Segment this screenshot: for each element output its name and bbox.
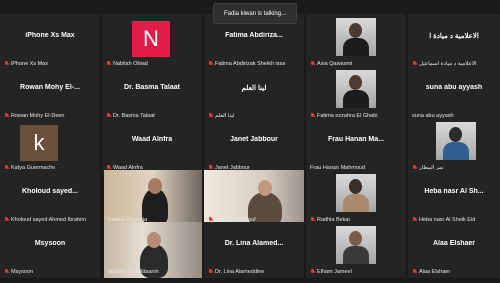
profile-photo [436, 122, 476, 160]
participant-label: Msysoon [4, 269, 33, 275]
participant-tile[interactable]: k Katya Guermache [0, 118, 100, 174]
participant-video-tile[interactable]: Ibtisam O M Altaanin [104, 222, 204, 278]
participant-tile[interactable]: لينا العلم لينا العلم [204, 66, 304, 122]
participant-display-name: Heba nasr Al Sh... [424, 188, 484, 195]
participant-label: Elham Jameel [310, 269, 352, 275]
participant-grid: iPhone Xs Max iPhone Xs Max N Nabilah Ob… [0, 0, 500, 283]
participant-display-name: suna abu ayyash [425, 84, 483, 91]
participant-tile[interactable]: Alaa Elshaer Alaa Elshaer [408, 222, 500, 278]
participant-display-name: Dr. Basma Talaat [124, 84, 180, 91]
profile-photo [336, 226, 376, 264]
participant-tile[interactable]: iPhone Xs Max iPhone Xs Max [0, 14, 100, 70]
participant-tile[interactable]: Dr. Lina Alamed... Dr. Lina Alameddine [204, 222, 304, 278]
participant-tile[interactable]: Msysoon Msysoon [0, 222, 100, 278]
participant-display-name: Dr. Lina Alamed... [224, 240, 284, 247]
participant-video-tile[interactable]: Fadwa Khawaja [104, 170, 204, 226]
participant-tile[interactable]: Frau Hanan Ma... Frau Hanan Mahmoud [306, 118, 406, 174]
active-speaker-toast: Fadia kiwan is talking... [213, 3, 297, 24]
participant-display-name: iPhone Xs Max [25, 32, 75, 39]
participant-display-name: Waad Alnfra [131, 136, 173, 143]
participant-tile[interactable]: suna abu ayyash suna abu ayyash [408, 66, 500, 122]
mic-muted-icon [412, 269, 417, 275]
profile-photo [336, 70, 376, 108]
participant-label: Dr. Lina Alameddine [208, 269, 264, 275]
participant-display-name: Janet Jabbour [230, 136, 278, 143]
participant-tile[interactable]: Radhia Bekai [306, 170, 406, 226]
participant-display-name: Frau Hanan Ma... [327, 136, 384, 143]
participant-video-tile[interactable]: Zeinab Makhlouf [204, 170, 304, 226]
mic-muted-icon [208, 269, 213, 275]
participant-display-name: لينا العلم [241, 85, 267, 92]
profile-photo [336, 174, 376, 212]
avatar: k [20, 125, 58, 161]
participant-display-name: Fatima Abdiriza... [225, 32, 283, 39]
participant-display-name: Msysoon [34, 240, 66, 247]
mic-muted-icon [310, 269, 315, 275]
participant-label: Alaa Elshaer [412, 269, 450, 275]
participant-tile[interactable]: Elham Jameel [306, 222, 406, 278]
participant-display-name: Kholoud sayed... [21, 188, 78, 195]
participant-tile[interactable]: تمر البيطار [408, 118, 500, 174]
avatar: N [132, 21, 170, 57]
participant-display-name: الاعلامية د ميادة ا [429, 33, 479, 40]
participant-display-name: Alaa Elshaer [432, 240, 476, 247]
participant-label: Ibtisam O M Altaanin [108, 269, 159, 275]
participant-tile[interactable]: Heba nasr Al Sh... Heba nasr Al Sheik Ei… [408, 170, 500, 226]
participant-tile[interactable]: Dr. Basma Talaat Dr. Basma Talaat [102, 66, 202, 122]
participant-display-name: Rowan Mohy El-... [20, 84, 80, 91]
participant-tile[interactable]: Asia Qawasmi [306, 14, 406, 70]
participant-tile[interactable]: Fatima ezzahra El Ghabi [306, 66, 406, 122]
profile-photo [336, 18, 376, 56]
participant-tile[interactable]: Janet Jabbour Janet Jabbour [204, 118, 304, 174]
participant-tile[interactable]: Waad Alnfra Waad Alnfra [102, 118, 202, 174]
participant-tile[interactable]: Rowan Mohy El-... Rowan Mohy El-Deen [0, 66, 100, 122]
mic-muted-icon [4, 269, 9, 275]
participant-tile[interactable]: Kholoud sayed... Kholoud sayed Ahmed Ibr… [0, 170, 100, 226]
participant-tile[interactable]: N Nabilah Obiad [102, 14, 202, 70]
participant-tile[interactable]: الاعلامية د ميادة ا الاعلامية د ميادة اس… [408, 14, 500, 70]
